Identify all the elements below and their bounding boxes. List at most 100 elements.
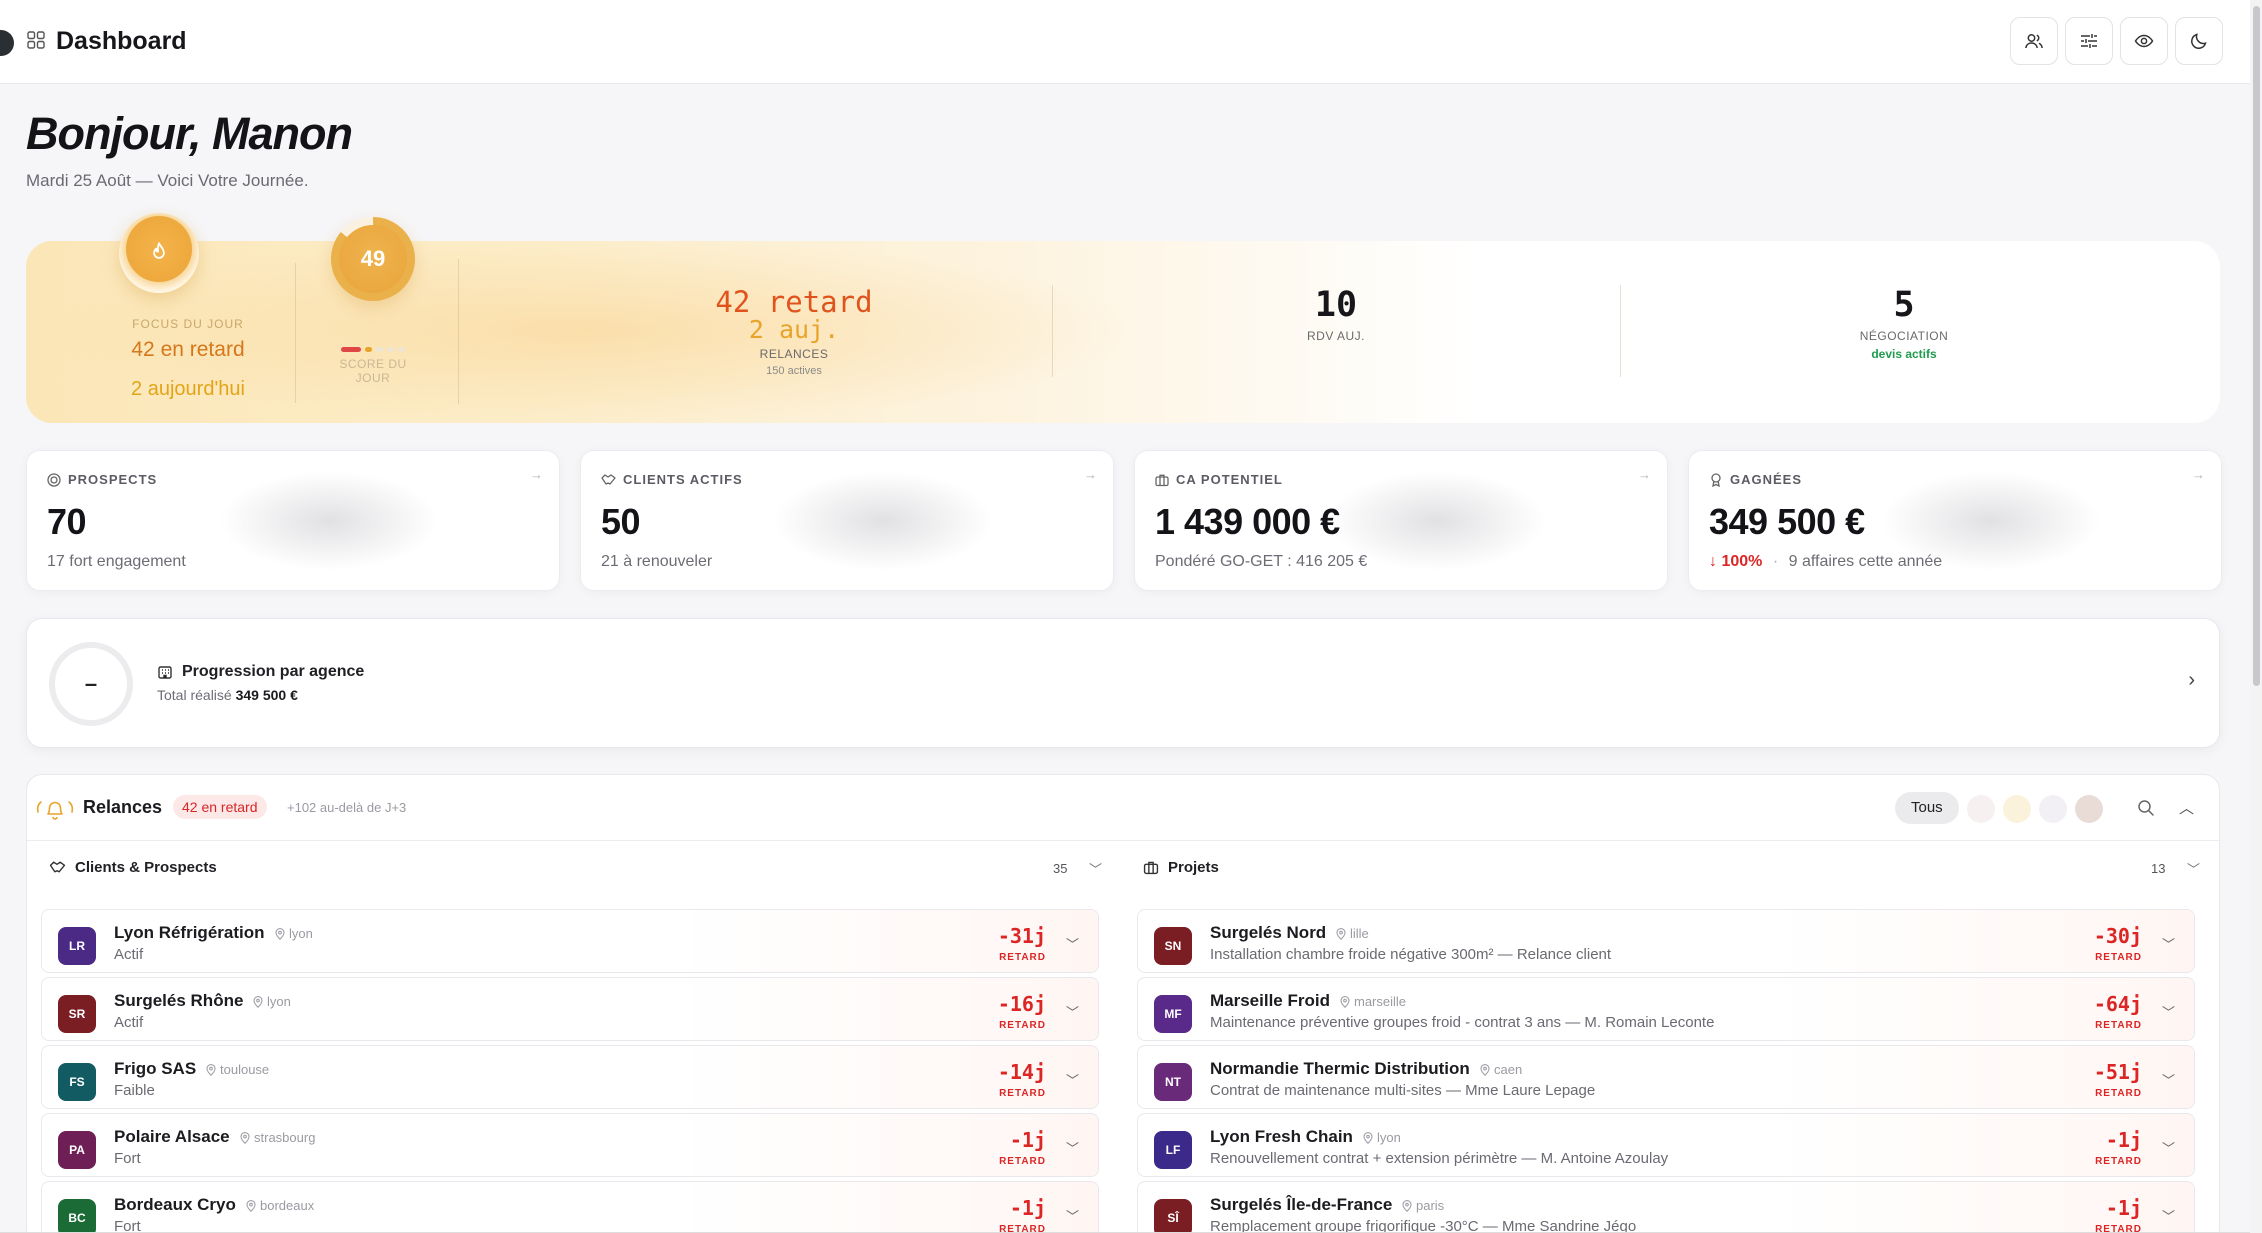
- avatar: SR: [58, 995, 96, 1033]
- chevron-down-icon[interactable]: ﹀: [2162, 1138, 2175, 1157]
- chevron-down-icon[interactable]: ﹀: [2162, 1002, 2175, 1021]
- row-name[interactable]: Normandie Thermic Distribution: [1210, 1059, 1470, 1079]
- row-days-late: -14j: [997, 1060, 1046, 1084]
- focus-badge[interactable]: [119, 213, 199, 293]
- kpi-card-clients[interactable]: CLIENTS ACTIFS → 50 21 à renouveler: [580, 450, 1114, 591]
- visibility-button[interactable]: [2120, 17, 2168, 65]
- sidebar-toggle[interactable]: [0, 30, 14, 56]
- list-item[interactable]: MF Marseille Froid marseille Maintenance pr…: [1137, 977, 2195, 1041]
- list-item[interactable]: LF Lyon Fresh Chain lyon Renouvellement con…: [1137, 1113, 2195, 1177]
- beyond-count: +102 au-delà de J+3: [287, 800, 407, 815]
- scrollbar-thumb[interactable]: [2253, 6, 2260, 686]
- row-retard-label: RETARD: [2095, 1020, 2142, 1031]
- kpi-sub: Pondéré GO-GET : 416 205 €: [1155, 553, 1368, 570]
- filter-dot[interactable]: [2075, 795, 2103, 823]
- row-location: lille: [1336, 926, 1369, 941]
- chevron-down-icon[interactable]: ﹀: [2162, 1206, 2175, 1225]
- row-location-text: caen: [1494, 1062, 1523, 1077]
- row-name[interactable]: Surgelés Rhône: [114, 991, 243, 1011]
- flame-icon: [153, 242, 165, 259]
- kpi-card-gagnees[interactable]: GAGNÉES → 349 500 € ↓ 100% · 9 affaires …: [1688, 450, 2222, 591]
- kpi-delta: ↓ 100%: [1709, 553, 1763, 570]
- arrow-right-icon: →: [1084, 467, 1097, 482]
- list-item[interactable]: LR Lyon Réfrigération lyon Actif -31j RETARD ﹀: [41, 909, 1099, 973]
- filter-all-button[interactable]: Tous: [1895, 792, 1959, 824]
- chevron-down-icon[interactable]: ﹀: [1089, 859, 1102, 878]
- list-item[interactable]: NT Normandie Thermic Distribution caen Cont…: [1137, 1045, 2195, 1109]
- filters-button[interactable]: [2065, 17, 2113, 65]
- search-icon[interactable]: [2137, 799, 2155, 817]
- moon-icon: [2191, 33, 2207, 49]
- row-subtitle: Actif: [114, 946, 144, 963]
- row-name[interactable]: Marseille Froid: [1210, 991, 1330, 1011]
- chevron-up-icon[interactable]: ︿: [2179, 797, 2194, 818]
- filter-dot[interactable]: [1967, 795, 1995, 823]
- row-location: caen: [1480, 1062, 1522, 1077]
- handshake-icon: [49, 861, 66, 873]
- list-item[interactable]: BC Bordeaux Cryo bordeaux Fort -1j RETARD ﹀: [41, 1181, 1099, 1233]
- relances-late[interactable]: 42 retard: [486, 285, 1102, 319]
- map-pin-icon: [1336, 927, 1346, 940]
- chevron-down-icon[interactable]: ﹀: [2187, 859, 2200, 878]
- nego-value[interactable]: 5: [1620, 285, 2188, 325]
- clients-column-header: Clients & Prospects: [49, 859, 217, 876]
- greeting-subtitle: Mardi 25 Août — Voici Votre Journée.: [26, 171, 309, 190]
- row-name[interactable]: Frigo SAS: [114, 1059, 196, 1079]
- row-location: lyon: [275, 926, 313, 941]
- list-item[interactable]: SÎ Surgelés Île-de-France paris Remplacemen…: [1137, 1181, 2195, 1233]
- list-item[interactable]: SN Surgelés Nord lille Installation chambre…: [1137, 909, 2195, 973]
- chevron-right-icon[interactable]: ›: [2188, 669, 2195, 692]
- chevron-down-icon[interactable]: ﹀: [1066, 1002, 1079, 1021]
- row-name[interactable]: Lyon Réfrigération: [114, 923, 265, 943]
- map-pin-icon: [275, 927, 285, 940]
- avatar: LF: [1154, 1131, 1192, 1169]
- banner-divider: [458, 259, 459, 404]
- kpi-value: 70: [47, 501, 87, 542]
- relances-label: RELANCES: [759, 347, 829, 361]
- row-location: strasbourg: [240, 1130, 315, 1145]
- row-name[interactable]: Bordeaux Cryo: [114, 1195, 236, 1215]
- nego-sub: devis actifs: [1871, 347, 1937, 361]
- row-name[interactable]: Surgelés Nord: [1210, 923, 1326, 943]
- chevron-down-icon[interactable]: ﹀: [1066, 934, 1079, 953]
- building-icon: [158, 666, 172, 679]
- progression-card[interactable]: – Progression par agence Total réalisé 3…: [26, 618, 2220, 748]
- map-pin-icon: [1402, 1199, 1412, 1212]
- focus-banner: FOCUS DU JOUR 42 en retard 2 aujourd'hui…: [26, 213, 2220, 423]
- focus-label: FOCUS DU JOUR: [132, 317, 244, 331]
- list-item[interactable]: FS Frigo SAS toulouse Faible -14j RETARD ﹀: [41, 1045, 1099, 1109]
- row-location-text: lyon: [1377, 1130, 1401, 1145]
- row-retard-label: RETARD: [999, 1020, 1046, 1031]
- rdv-value[interactable]: 10: [1052, 285, 1620, 325]
- list-item[interactable]: SR Surgelés Rhône lyon Actif -16j RETARD ﹀: [41, 977, 1099, 1041]
- eye-icon: [2134, 34, 2154, 48]
- row-name[interactable]: Polaire Alsace: [114, 1127, 230, 1147]
- row-subtitle: Fort: [114, 1150, 141, 1167]
- list-item[interactable]: PA Polaire Alsace strasbourg Fort -1j RETARD ﹀: [41, 1113, 1099, 1177]
- relances-today[interactable]: 2 auj.: [486, 315, 1102, 344]
- row-location-text: bordeaux: [260, 1198, 315, 1213]
- row-days-late: -64j: [2093, 992, 2142, 1016]
- row-name[interactable]: Lyon Fresh Chain: [1210, 1127, 1353, 1147]
- chevron-down-icon[interactable]: ﹀: [2162, 1070, 2175, 1089]
- users-button[interactable]: [2010, 17, 2058, 65]
- chevron-down-icon[interactable]: ﹀: [1066, 1070, 1079, 1089]
- late-badge[interactable]: 42 en retard: [173, 795, 267, 819]
- filter-dot[interactable]: [2039, 795, 2067, 823]
- progression-total-value: 349 500 €: [235, 687, 298, 703]
- row-retard-label: RETARD: [999, 952, 1046, 963]
- sliders-icon: [2081, 34, 2097, 48]
- filter-dot[interactable]: [2003, 795, 2031, 823]
- projects-column-title: Projets: [1168, 859, 1219, 876]
- chevron-down-icon[interactable]: ﹀: [1066, 1138, 1079, 1157]
- map-pin-icon: [206, 1063, 216, 1076]
- kpi-card-ca-potentiel[interactable]: CA POTENTIEL → 1 439 000 € Pondéré GO-GE…: [1134, 450, 1668, 591]
- theme-button[interactable]: [2175, 17, 2223, 65]
- scrollbar[interactable]: [2250, 0, 2262, 1233]
- kpi-card-prospects[interactable]: PROSPECTS → 70 17 fort engagement: [26, 450, 560, 591]
- row-location: marseille: [1340, 994, 1406, 1009]
- map-pin-icon: [240, 1131, 250, 1144]
- row-name[interactable]: Surgelés Île-de-France: [1210, 1195, 1392, 1215]
- chevron-down-icon[interactable]: ﹀: [2162, 934, 2175, 953]
- chevron-down-icon[interactable]: ﹀: [1066, 1206, 1079, 1225]
